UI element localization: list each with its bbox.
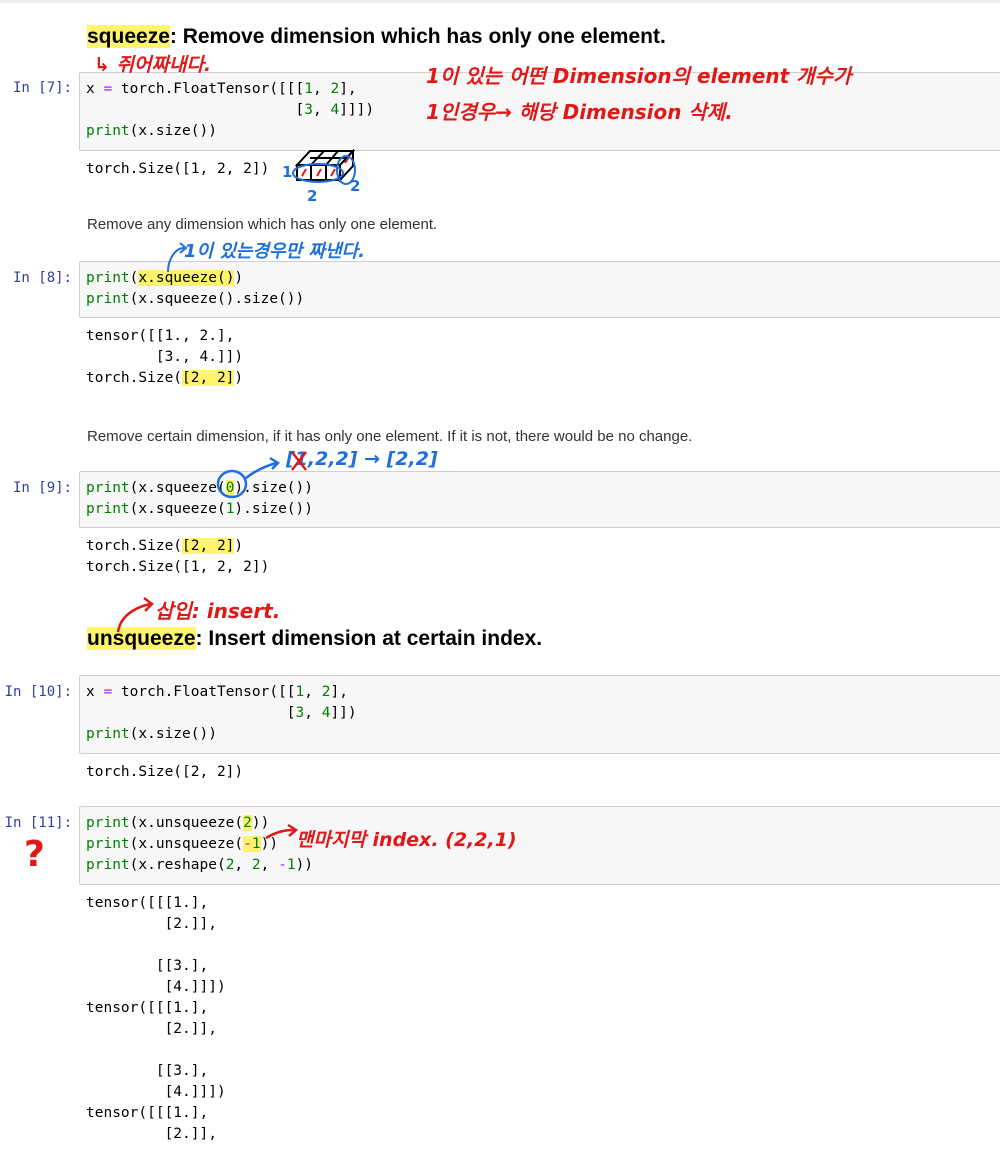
annotation-squeeze-meaning: ↳ 쥐어짜내다. xyxy=(94,54,212,76)
squeeze-heading: squeeze: Remove dimension which has only… xyxy=(87,25,666,49)
code-cell-11-source[interactable]: print(x.unsqueeze(2)) print(x.unsqueeze(… xyxy=(86,813,313,876)
code-cell-8-source[interactable]: print(x.squeeze()) print(x.squeeze().siz… xyxy=(86,268,304,310)
unsqueeze-heading: unsqueeze: Insert dimension at certain i… xyxy=(87,627,542,651)
annotation-insert-note: 삽입: insert. xyxy=(155,599,281,623)
annotation-note-line1: 1이 있는 어떤 Dimension의 element 개수가 xyxy=(426,64,852,88)
annotation-dim-2-bottom: 2 xyxy=(307,187,318,205)
output-cell-7: torch.Size([1, 2, 2]) xyxy=(86,161,270,177)
prompt-in-9: In [9]: xyxy=(12,480,72,496)
prompt-in-10: In [10]: xyxy=(4,684,72,700)
output-cell-11: tensor([[[1.], [2.]], [[3.], [4.]]]) ten… xyxy=(86,895,226,1142)
annotation-last-index: 맨마지막 index. (2,2,1) xyxy=(296,829,517,851)
tensor-cube-sketch xyxy=(294,148,356,183)
paragraph-remove-any: Remove any dimension which has only one … xyxy=(87,216,438,233)
unsqueeze-keyword: unsqueeze xyxy=(87,627,196,650)
unsqueeze-heading-text: : Insert dimension at certain index. xyxy=(195,627,543,650)
paragraph-remove-certain: Remove certain dimension, if it has only… xyxy=(87,428,693,445)
annotation-dim-1: 1 xyxy=(282,163,293,181)
cube-blue-marks xyxy=(292,155,356,185)
squeeze-keyword: squeeze xyxy=(87,25,170,48)
prompt-in-8: In [8]: xyxy=(12,270,72,286)
output-cell-8: tensor([[1., 2.], [3., 4.]]) torch.Size(… xyxy=(86,328,244,386)
output-cell-9: torch.Size([2, 2]) torch.Size([1, 2, 2]) xyxy=(86,538,270,575)
output-cell-10: torch.Size([2, 2]) xyxy=(86,764,244,780)
code-cell-10-source[interactable]: x = torch.FloatTensor([[1, 2], [3, 4]]) … xyxy=(86,682,357,745)
top-border xyxy=(0,0,1000,3)
annotation-only-if-one: 1이 있는경우만 짜낸다. xyxy=(184,241,365,262)
annotation-dim-2-right: 2 xyxy=(350,177,361,195)
annotation-squeeze0-note: [1,2,2] → [2,2] xyxy=(286,448,438,470)
annotation-note-line2: 1인경우→ 해당 Dimension 삭제. xyxy=(426,100,733,124)
annotation-question-mark: ? xyxy=(24,834,45,875)
code-cell-7-source[interactable]: x = torch.FloatTensor([[[1, 2], [3, 4]]]… xyxy=(86,79,374,142)
code-cell-9-source[interactable]: print(x.squeeze(0).size()) print(x.squee… xyxy=(86,478,313,520)
prompt-in-11: In [11]: xyxy=(4,815,72,831)
squeeze-heading-text: : Remove dimension which has only one el… xyxy=(169,25,666,48)
cube-red-marks xyxy=(301,156,350,177)
prompt-in-7: In [7]: xyxy=(12,80,72,96)
